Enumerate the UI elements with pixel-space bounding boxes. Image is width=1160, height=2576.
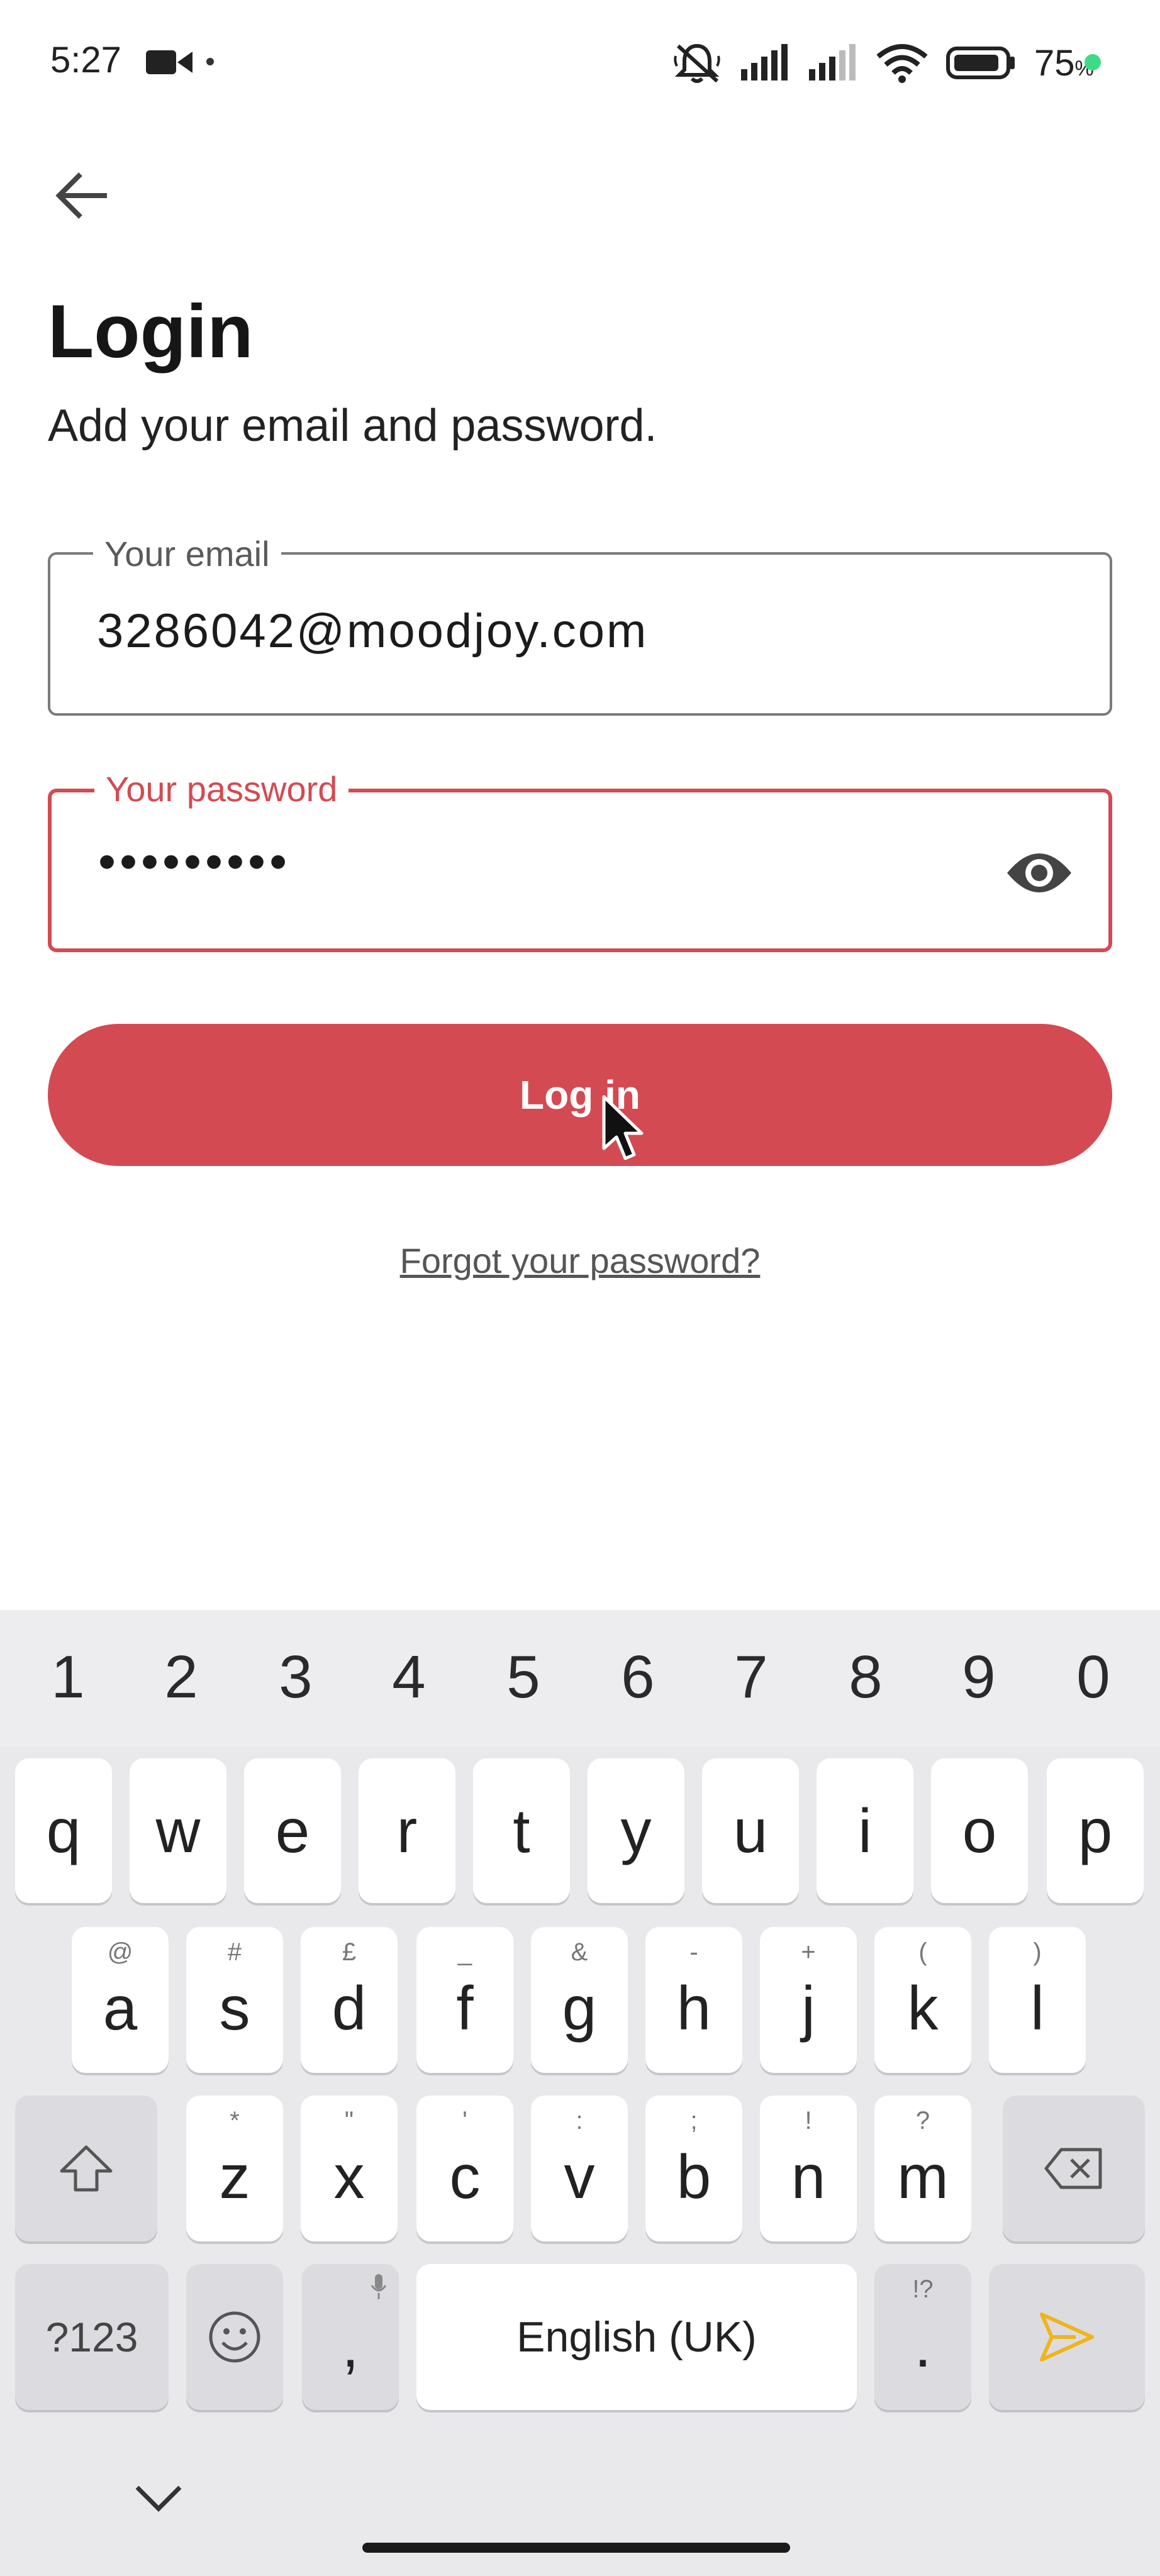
key-6[interactable]: 6 [600, 1643, 676, 1712]
page-title: Login [48, 289, 254, 374]
key-j[interactable]: + j [760, 1927, 857, 2073]
home-indicator[interactable] [362, 2543, 790, 2553]
key-c[interactable]: ' c [416, 2096, 513, 2241]
backspace-key[interactable] [1003, 2096, 1145, 2241]
email-field-label: Your email [93, 533, 281, 574]
key-y[interactable]: y [588, 1758, 684, 1903]
key-a[interactable]: @ a [72, 1927, 169, 2073]
symbols-key[interactable]: ?123 [15, 2264, 169, 2410]
key-7[interactable]: 7 [713, 1643, 789, 1712]
key-u[interactable]: u [702, 1758, 799, 1903]
key-w[interactable]: w [130, 1758, 226, 1903]
page-subtitle: Add your email and password. [48, 401, 657, 451]
key-3[interactable]: 3 [258, 1643, 333, 1712]
key-n[interactable]: ! n [760, 2096, 857, 2241]
arrow-left-icon [55, 172, 107, 219]
email-field-value: 3286042@moodjoy.com [97, 604, 649, 658]
back-button[interactable] [48, 161, 117, 230]
key-8[interactable]: 8 [828, 1643, 903, 1712]
key-t[interactable]: t [473, 1758, 570, 1903]
key-x[interactable]: " x [301, 2096, 398, 2241]
key-f[interactable]: _ f [416, 1927, 513, 2073]
signal-icon [741, 44, 788, 80]
send-icon [1040, 2312, 1094, 2362]
shift-arrow-icon [60, 2145, 113, 2192]
key-r[interactable]: r [359, 1758, 455, 1903]
password-field-label: Your password [94, 769, 349, 809]
mouse-cursor-icon [602, 1095, 644, 1160]
signal-icon [809, 44, 856, 80]
status-time: 5:27 [50, 40, 121, 80]
wifi-icon [876, 44, 928, 83]
period-key[interactable]: !?. [874, 2264, 971, 2410]
eye-icon [1007, 853, 1071, 892]
key-s[interactable]: # s [186, 1927, 283, 2073]
shift-key[interactable] [15, 2096, 157, 2241]
collapse-keyboard-button[interactable] [126, 2465, 191, 2531]
key-g[interactable]: & g [531, 1927, 628, 2073]
chevron-down-icon [135, 2485, 182, 2512]
key-b[interactable]: ; b [645, 2096, 742, 2241]
space-key[interactable]: English (UK) [416, 2264, 857, 2410]
smiley-icon [209, 2311, 260, 2363]
password-field[interactable]: Your password ••••••••• [48, 769, 1112, 952]
key-z[interactable]: * z [186, 2096, 283, 2241]
key-d[interactable]: £ d [301, 1927, 398, 2073]
email-field[interactable]: Your email 3286042@moodjoy.com [48, 533, 1112, 716]
mute-icon [674, 43, 720, 83]
key-4[interactable]: 4 [371, 1643, 447, 1712]
login-button[interactable]: Log in [48, 1024, 1112, 1166]
on-screen-keyboard: 1 2 3 4 5 6 7 8 9 0 [0, 1610, 1160, 2576]
key-q[interactable]: q [15, 1758, 112, 1903]
key-0[interactable]: 0 [1056, 1643, 1131, 1712]
key-9[interactable]: 9 [941, 1643, 1017, 1712]
send-key[interactable] [989, 2264, 1145, 2410]
key-o[interactable]: o [931, 1758, 1028, 1903]
video-camera-icon [146, 50, 192, 74]
privacy-indicator-dot [1085, 54, 1101, 70]
key-l[interactable]: ) l [989, 1927, 1086, 2073]
microphone-icon [371, 2274, 387, 2299]
emoji-key[interactable] [186, 2264, 283, 2410]
key-p[interactable]: p [1047, 1758, 1144, 1903]
key-2[interactable]: 2 [143, 1643, 219, 1712]
notification-dot-icon [206, 58, 214, 65]
status-bar: 5:27 75% [0, 0, 1160, 126]
number-row: 1 2 3 4 5 6 7 8 9 0 [0, 1610, 1160, 1747]
forgot-password-link[interactable]: Forgot your password? [0, 1240, 1160, 1281]
key-m[interactable]: ? m [874, 2096, 971, 2241]
password-field-value: ••••••••• [98, 833, 291, 889]
key-1[interactable]: 1 [30, 1643, 106, 1712]
key-e[interactable]: e [244, 1758, 341, 1903]
key-v[interactable]: :v [531, 2096, 628, 2241]
backspace-icon [1044, 2148, 1102, 2189]
show-password-button[interactable] [1001, 835, 1077, 911]
comma-key[interactable]: , [302, 2264, 399, 2410]
key-5[interactable]: 5 [486, 1643, 561, 1712]
key-h[interactable]: -h [645, 1927, 742, 2073]
key-k[interactable]: (k [874, 1927, 971, 2073]
battery-icon [946, 47, 1015, 79]
key-i[interactable]: i [817, 1758, 913, 1903]
